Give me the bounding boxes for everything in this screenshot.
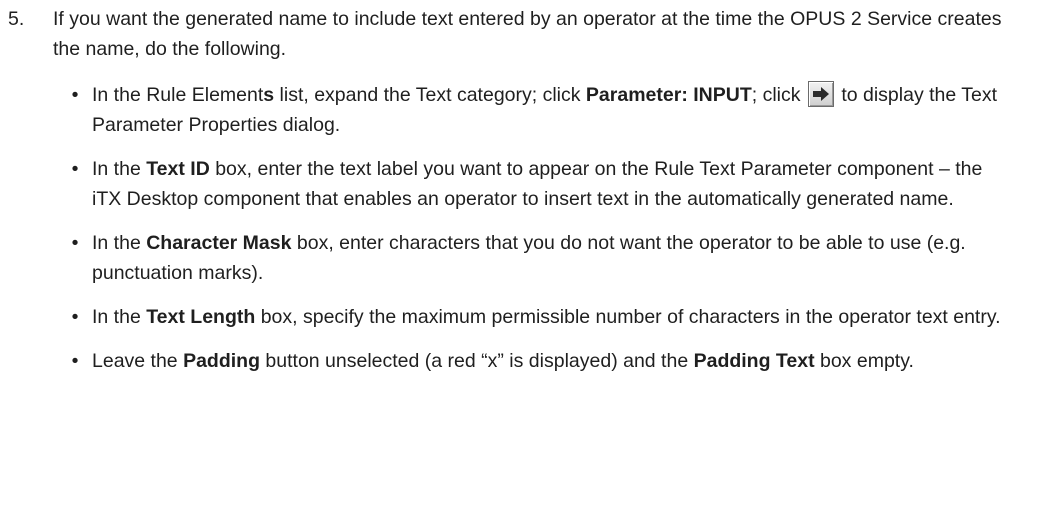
right-arrow-icon — [807, 81, 834, 107]
bullet-text: In the Rule Element — [92, 84, 264, 106]
bullet-text: box, specify the maximum permissible num… — [255, 306, 1001, 328]
bullet-text: box empty. — [814, 350, 914, 372]
bullet-text: button unselected (a red “x” is displaye… — [260, 350, 694, 372]
bullet-text: In the — [92, 306, 147, 328]
bullet-text-id: • In the Text ID box, enter the text labe… — [8, 154, 1012, 214]
bullet-text-length: • In the Text Length box, specify the max… — [8, 302, 1012, 332]
bold-parameter-input: Parameter: INPUT — [585, 84, 752, 106]
bullet-text: box, enter the text label you want to ap… — [92, 158, 983, 210]
bullet-character-mask: • In the Character Mask box, enter charac… — [8, 228, 1012, 288]
bold-padding-text: Padding Text — [693, 350, 815, 372]
bullet-dot: • — [71, 158, 79, 180]
bullet-text: In the — [92, 232, 147, 254]
bullet-dot: • — [71, 84, 79, 106]
bold-padding: Padding — [183, 350, 260, 372]
bullet-dot: • — [71, 350, 79, 372]
bold-text-length: Text Length — [146, 306, 256, 328]
bullet-dot: • — [71, 232, 79, 254]
bullet-text: Leave the — [92, 350, 184, 372]
bold-text-id: Text ID — [146, 158, 210, 180]
bullet-padding: • Leave the Padding button unselected (a … — [8, 346, 1012, 376]
bold-text: s — [263, 84, 275, 106]
bullet-text: list, expand the Text category; click — [274, 84, 586, 106]
step-bullet-list: • In the Rule Elements list, expand the T… — [8, 80, 1038, 376]
bullet-text: ; click — [751, 84, 806, 106]
step-number: 5. — [8, 8, 25, 30]
bold-character-mask: Character Mask — [146, 232, 292, 254]
bullet-dot: • — [71, 306, 79, 328]
step-intro-text: If you want the generated name to includ… — [53, 8, 1002, 60]
bullet-expand-text-category: • In the Rule Elements list, expand the T… — [8, 80, 1012, 140]
procedure-step: 5. If you want the generated name to inc… — [8, 4, 1038, 390]
bullet-text: In the — [92, 158, 147, 180]
